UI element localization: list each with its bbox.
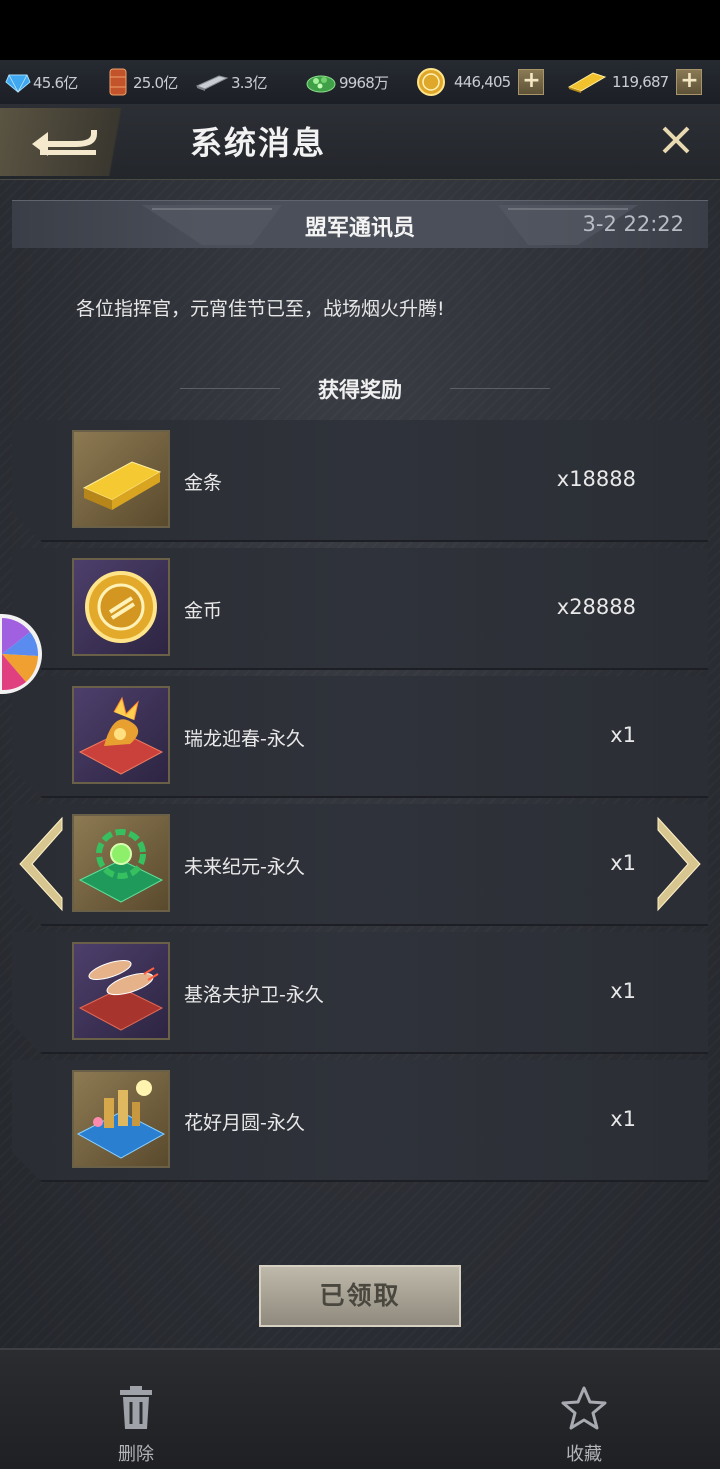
title-bar: 系统消息 xyxy=(0,104,720,180)
reward-name: 花好月圆-永久 xyxy=(184,1112,305,1134)
reward-name: 金条 xyxy=(184,472,223,494)
back-arrow-icon xyxy=(32,130,97,156)
reward-quantity: x1 xyxy=(610,979,636,1003)
buy-gold-bar-button[interactable]: + xyxy=(676,69,703,95)
mail-panel: 系统消息 盟军通讯员 3-2 22:22 各位指挥官，元宵佳节已至，战场烟火升腾… xyxy=(0,104,720,1348)
delete-button[interactable]: 删除 xyxy=(96,1386,176,1466)
rewards-heading: 获得奖励 xyxy=(0,374,720,404)
list-item: 基洛夫护卫-永久 x1 xyxy=(12,932,708,1054)
crystal-icon xyxy=(4,68,32,96)
trash-icon xyxy=(120,1386,152,1429)
reward-list: 金条 x18888 金币 x28888 瑞龙迎春-永久 x1 未来纪元-永久 x… xyxy=(12,420,708,1188)
resource-gold-coin: 446,405 + xyxy=(412,60,560,104)
gold-coin-icon xyxy=(72,558,170,656)
next-mail-chevron-icon[interactable] xyxy=(650,814,706,914)
mail-timestamp: 3-2 22:22 xyxy=(582,212,685,236)
reward-name: 金币 xyxy=(184,600,223,622)
reward-quantity: x1 xyxy=(610,723,636,747)
divider xyxy=(450,388,550,389)
resource-crystal: 45.6亿 xyxy=(4,60,104,104)
gold-bar-icon xyxy=(566,68,608,96)
back-button[interactable] xyxy=(0,108,160,176)
future-era-skin-icon xyxy=(72,814,170,912)
floating-assistant-icon[interactable] xyxy=(0,612,44,696)
resource-steel: 3.3亿 xyxy=(194,60,304,104)
resource-gold-bar: 119,687 + xyxy=(566,60,716,104)
page-title: 系统消息 xyxy=(190,124,327,162)
divider xyxy=(180,388,280,389)
previous-mail-chevron-icon[interactable] xyxy=(14,814,70,914)
reward-quantity: x1 xyxy=(610,1107,636,1131)
star-icon xyxy=(561,1386,607,1430)
steel-ingot-icon xyxy=(194,68,230,96)
list-item: 金条 x18888 xyxy=(12,420,708,542)
buy-gold-coin-button[interactable]: + xyxy=(518,69,545,95)
bottom-toolbar: 删除 收藏 xyxy=(0,1348,720,1469)
list-item: 瑞龙迎春-永久 x1 xyxy=(12,676,708,798)
list-item: 金币 x28888 xyxy=(12,548,708,670)
resource-oil: 25.0亿 xyxy=(104,60,194,104)
reward-name: 未来纪元-永久 xyxy=(184,856,305,878)
list-item: 未来纪元-永久 x1 xyxy=(12,804,708,926)
reward-name: 基洛夫护卫-永久 xyxy=(184,984,324,1006)
reward-name: 瑞龙迎春-永久 xyxy=(184,728,305,750)
favorite-button[interactable]: 收藏 xyxy=(544,1386,624,1466)
reward-quantity: x1 xyxy=(610,851,636,875)
reward-quantity: x28888 xyxy=(556,595,636,619)
mail-message: 各位指挥官，元宵佳节已至，战场烟火升腾! xyxy=(76,298,445,320)
claimed-button[interactable]: 已领取 xyxy=(259,1265,461,1327)
dragon-skin-icon xyxy=(72,686,170,784)
resource-bar: 45.6亿 25.0亿 3.3亿 9968万 446,405 + 119,687… xyxy=(0,60,720,104)
reward-quantity: x18888 xyxy=(556,467,636,491)
sender-bar: 盟军通讯员 3-2 22:22 xyxy=(12,200,708,248)
gold-bar-icon xyxy=(72,430,170,528)
close-icon[interactable] xyxy=(656,120,696,160)
resource-rare-earth: 9968万 xyxy=(304,60,412,104)
full-moon-base-skin-icon xyxy=(72,1070,170,1168)
rare-earth-icon xyxy=(304,68,338,96)
gold-coin-icon xyxy=(412,68,450,96)
list-item: 花好月圆-永久 x1 xyxy=(12,1060,708,1182)
status-bar xyxy=(0,0,720,60)
kirov-escort-skin-icon xyxy=(72,942,170,1040)
oil-barrel-icon xyxy=(104,68,132,96)
